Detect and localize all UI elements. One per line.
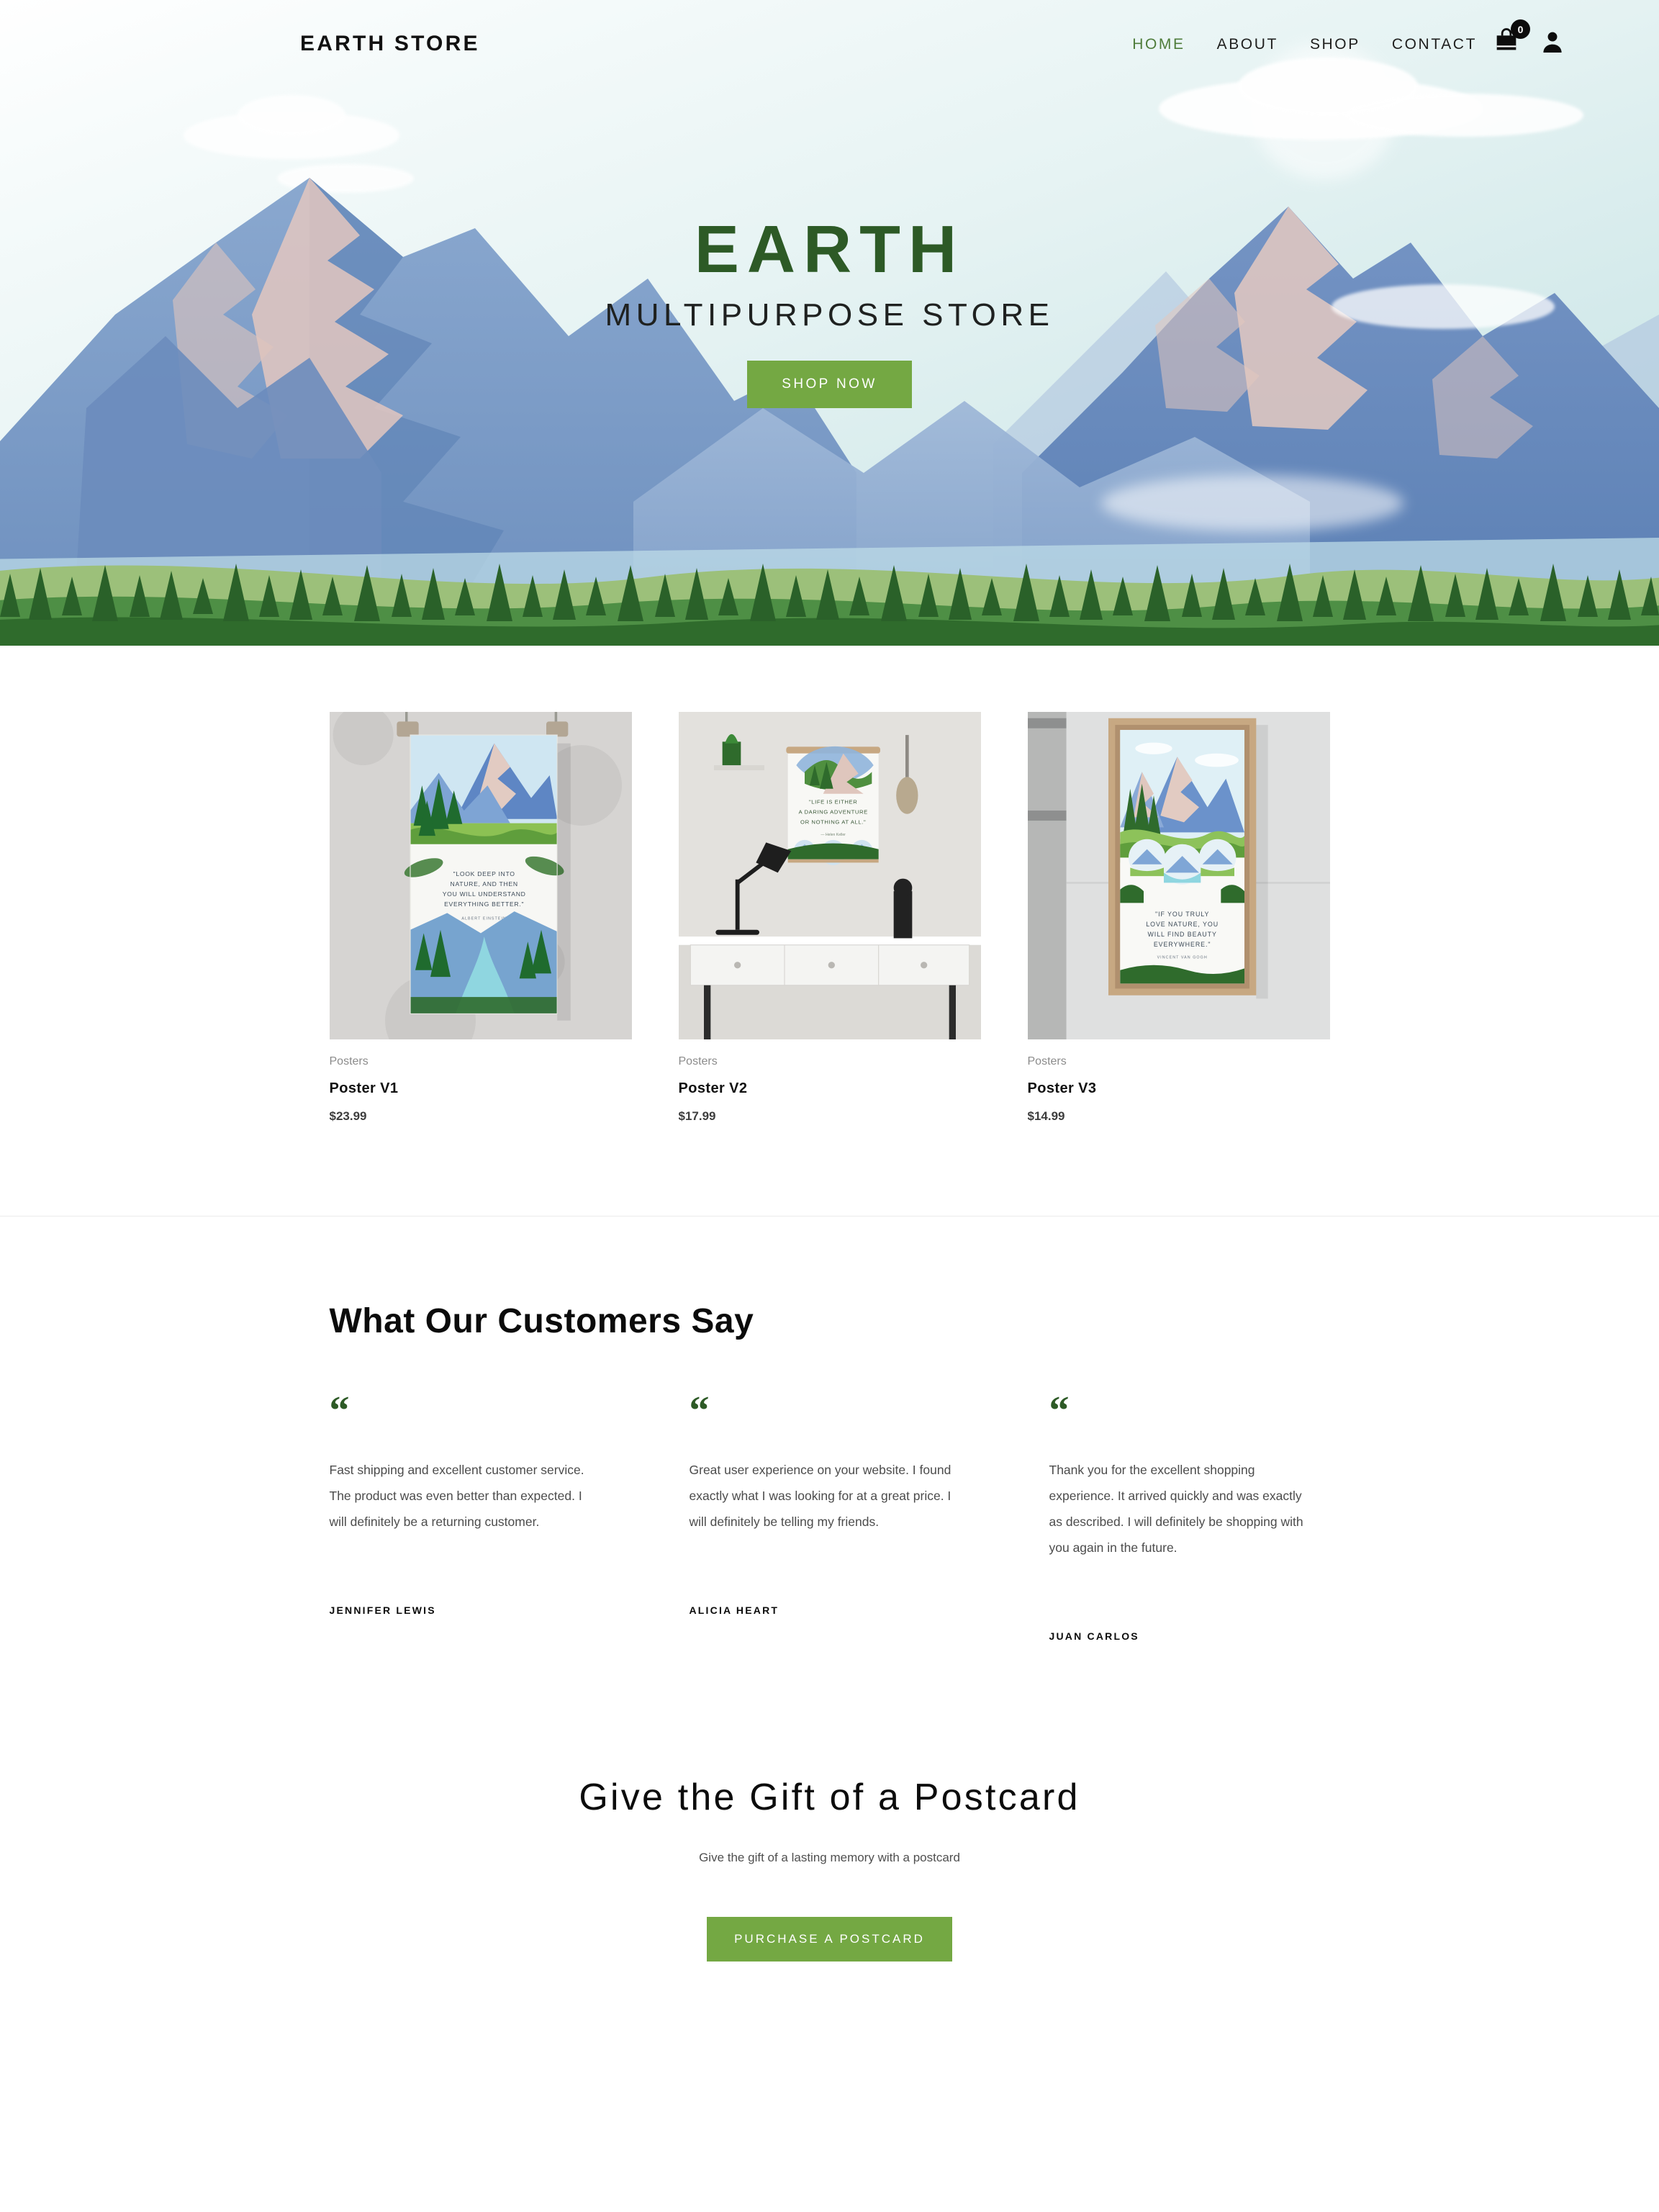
postcard-heading: Give the Gift of a Postcard bbox=[579, 1776, 1080, 1818]
product-title[interactable]: Poster V3 bbox=[1028, 1080, 1330, 1097]
purchase-postcard-button[interactable]: PURCHASE A POSTCARD bbox=[707, 1916, 952, 1962]
product-image-poster-v1[interactable]: "LOOK DEEP INTO NATURE, AND THEN YOU WIL… bbox=[329, 712, 632, 1039]
svg-text:"IF YOU TRULY: "IF YOU TRULY bbox=[1154, 911, 1208, 918]
cart-button[interactable]: 0 bbox=[1492, 19, 1530, 58]
site-header: EARTH STORE HOME ABOUT SHOP CONTACT 0 bbox=[0, 0, 1659, 92]
svg-text:A DARING ADVENTURE: A DARING ADVENTURE bbox=[798, 809, 867, 816]
testimonial-item: “ Great user experience on your website.… bbox=[689, 1389, 970, 1642]
hero-section: EARTH STORE HOME ABOUT SHOP CONTACT 0 EA… bbox=[0, 0, 1659, 646]
product-price: $14.99 bbox=[1027, 1109, 1065, 1123]
svg-text:"LIFE IS EITHER: "LIFE IS EITHER bbox=[808, 799, 856, 805]
testimonial-author: JENNIFER LEWIS bbox=[329, 1604, 436, 1616]
product-price: $17.99 bbox=[678, 1109, 716, 1123]
product-price: $23.99 bbox=[329, 1109, 367, 1123]
testimonials-grid: “ Fast shipping and excellent customer s… bbox=[329, 1389, 1330, 1642]
product-card[interactable]: "LOOK DEEP INTO NATURE, AND THEN YOU WIL… bbox=[329, 712, 632, 1124]
testimonial-item: “ Thank you for the excellent shopping e… bbox=[1049, 1389, 1330, 1642]
account-button[interactable] bbox=[1540, 28, 1565, 55]
svg-text:WILL FIND BEAUTY: WILL FIND BEAUTY bbox=[1147, 931, 1216, 938]
svg-text:LOVE NATURE, YOU: LOVE NATURE, YOU bbox=[1146, 921, 1219, 928]
svg-text:"LOOK DEEP INTO: "LOOK DEEP INTO bbox=[453, 870, 515, 877]
hero-subtitle: MULTIPURPOSE STORE bbox=[605, 297, 1054, 333]
nav-link-home[interactable]: HOME bbox=[1132, 36, 1185, 53]
user-account-icon bbox=[1543, 32, 1562, 53]
hero-copy: EARTH MULTIPURPOSE STORE SHOP NOW bbox=[0, 216, 1659, 408]
product-image-poster-v2[interactable]: "LIFE IS EITHER A DARING ADVENTURE OR NO… bbox=[678, 712, 981, 1039]
svg-text:NATURE, AND THEN: NATURE, AND THEN bbox=[450, 880, 517, 888]
storefront-page: EARTH STORE HOME ABOUT SHOP CONTACT 0 EA… bbox=[0, 0, 1659, 2177]
quote-mark-icon: “ bbox=[689, 1389, 710, 1433]
product-title[interactable]: Poster V1 bbox=[330, 1080, 632, 1097]
testimonial-text: Thank you for the excellent shopping exp… bbox=[1049, 1463, 1303, 1555]
nav-link-contact[interactable]: CONTACT bbox=[1392, 36, 1477, 53]
svg-text:ALBERT EINSTEIN: ALBERT EINSTEIN bbox=[461, 917, 507, 921]
cart-count-badge: 0 bbox=[1511, 19, 1530, 39]
product-category: Posters bbox=[678, 1055, 718, 1067]
postcard-cta-section: Give the Gift of a Postcard Give the gif… bbox=[0, 1641, 1659, 2177]
product-image-poster-v3[interactable]: "IF YOU TRULY LOVE NATURE, YOU WILL FIND… bbox=[1027, 712, 1330, 1039]
nav-link-about[interactable]: ABOUT bbox=[1217, 36, 1278, 53]
featured-products-section: "LOOK DEEP INTO NATURE, AND THEN YOU WIL… bbox=[0, 646, 1659, 1216]
svg-text:EVERYWHERE.": EVERYWHERE." bbox=[1153, 941, 1211, 948]
hero-title: EARTH bbox=[694, 212, 965, 286]
testimonial-text: Fast shipping and excellent customer ser… bbox=[329, 1463, 584, 1529]
testimonial-item: “ Fast shipping and excellent customer s… bbox=[329, 1389, 610, 1642]
svg-text:— Helen Keller: — Helen Keller bbox=[821, 833, 846, 837]
testimonials-section: What Our Customers Say “ Fast shipping a… bbox=[0, 1216, 1659, 1642]
quote-mark-icon: “ bbox=[1049, 1389, 1070, 1433]
svg-text:YOU WILL UNDERSTAND: YOU WILL UNDERSTAND bbox=[442, 890, 525, 898]
quote-mark-icon: “ bbox=[329, 1389, 350, 1433]
product-card[interactable]: "IF YOU TRULY LOVE NATURE, YOU WILL FIND… bbox=[1027, 712, 1330, 1124]
product-title[interactable]: Poster V2 bbox=[679, 1080, 981, 1097]
product-grid: "LOOK DEEP INTO NATURE, AND THEN YOU WIL… bbox=[329, 712, 1330, 1124]
svg-text:OR NOTHING AT ALL.": OR NOTHING AT ALL." bbox=[800, 819, 866, 826]
testimonial-author: JUAN CARLOS bbox=[1049, 1630, 1139, 1642]
svg-text:VINCENT VAN GOGH: VINCENT VAN GOGH bbox=[1157, 955, 1207, 960]
shop-now-button[interactable]: SHOP NOW bbox=[747, 361, 912, 408]
testimonial-author: ALICIA HEART bbox=[689, 1604, 779, 1616]
testimonials-heading: What Our Customers Say bbox=[329, 1302, 754, 1340]
postcard-subheading: Give the gift of a lasting memory with a… bbox=[699, 1850, 960, 1864]
svg-text:EVERYTHING BETTER.": EVERYTHING BETTER." bbox=[444, 900, 524, 908]
cloud-shape bbox=[1101, 475, 1403, 531]
testimonial-text: Great user experience on your website. I… bbox=[689, 1463, 951, 1529]
product-category: Posters bbox=[329, 1055, 369, 1067]
site-logo[interactable]: EARTH STORE bbox=[300, 32, 480, 56]
nav-link-shop[interactable]: SHOP bbox=[1310, 36, 1360, 53]
header-icon-group: 0 bbox=[1492, 19, 1565, 58]
product-card[interactable]: "LIFE IS EITHER A DARING ADVENTURE OR NO… bbox=[678, 712, 981, 1124]
product-category: Posters bbox=[1027, 1055, 1067, 1067]
main-navigation: HOME ABOUT SHOP CONTACT bbox=[1132, 36, 1477, 53]
